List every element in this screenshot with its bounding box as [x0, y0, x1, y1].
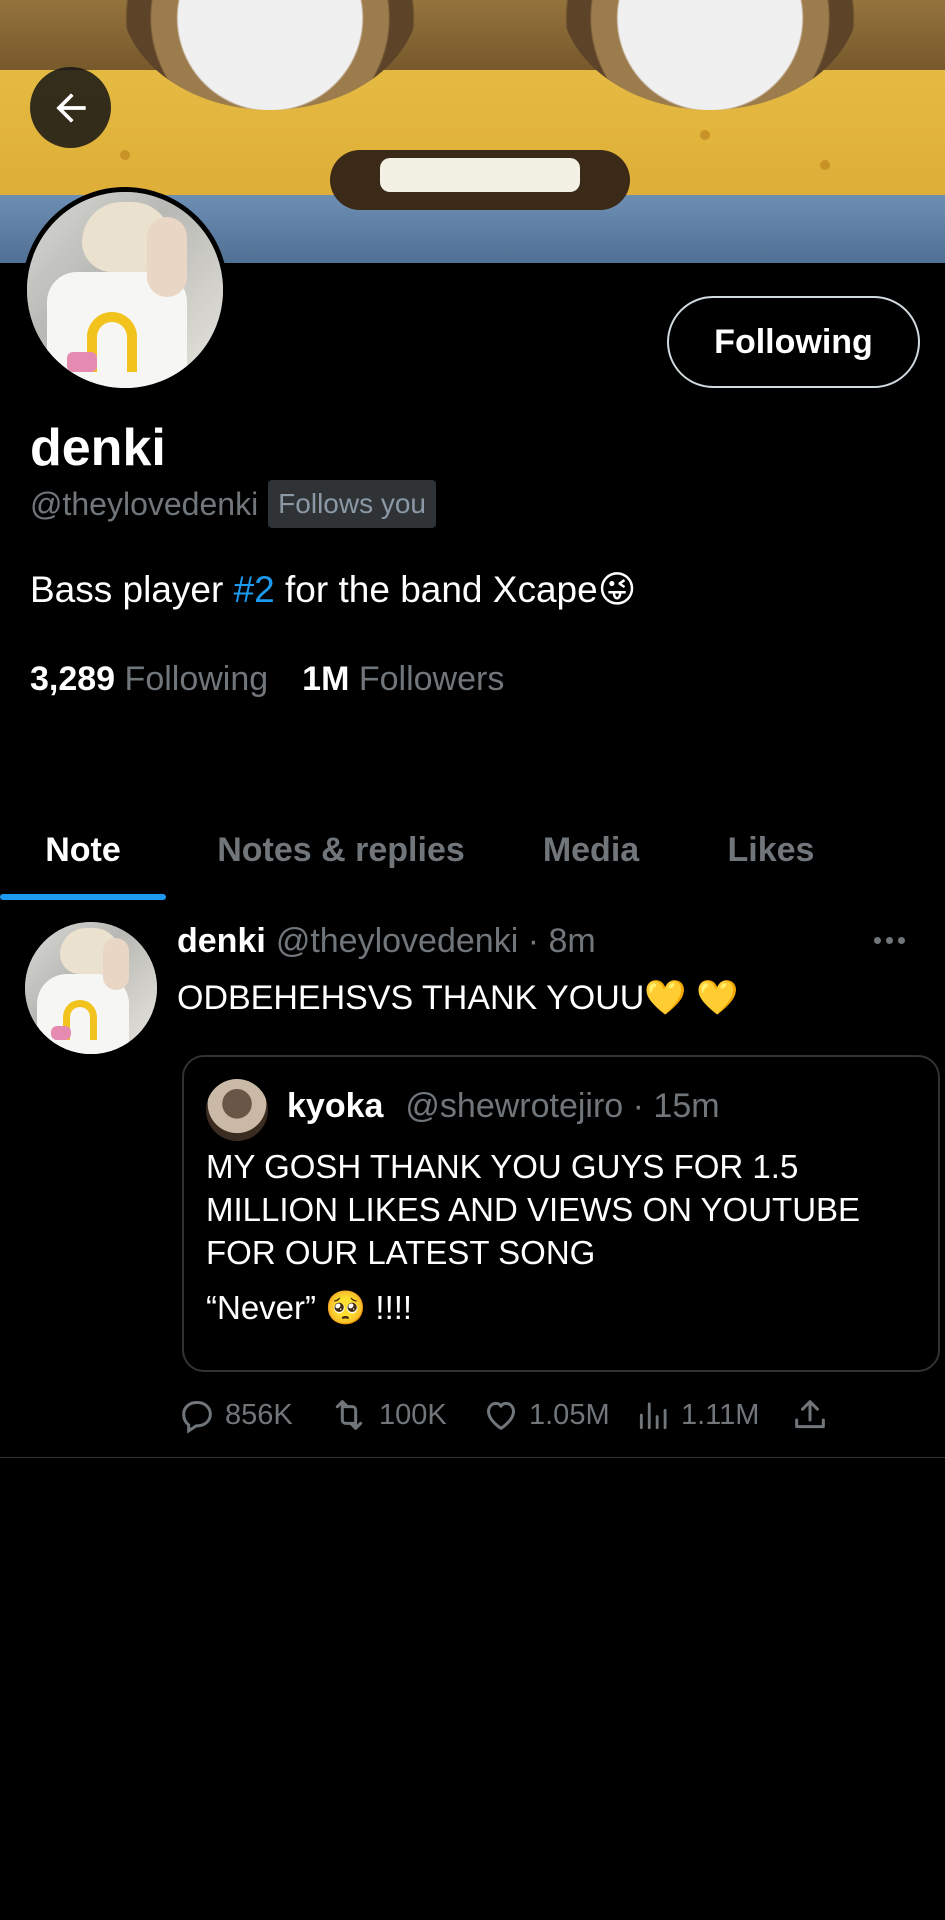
follows-you-badge: Follows you: [268, 480, 437, 528]
avatar-image: [27, 192, 223, 388]
tab-likes[interactable]: Likes: [666, 800, 876, 900]
back-arrow-icon: [55, 92, 86, 123]
banner-art: [120, 0, 420, 110]
following-stat[interactable]: 3,289 Following: [30, 660, 268, 699]
post-meta: @theylovedenki · 8m: [275, 922, 596, 960]
share-button[interactable]: [790, 1395, 830, 1435]
followers-stat[interactable]: 1M Followers: [302, 660, 504, 699]
quote-text: MY GOSH THANK YOU GUYS FOR 1.5 MILLION L…: [206, 1145, 906, 1329]
quote-meta: @shewrotejiro · 15m: [405, 1087, 720, 1125]
like-button[interactable]: 1.05M: [481, 1395, 635, 1435]
bio-hashtag[interactable]: #2: [234, 569, 275, 610]
following-label: Following: [124, 660, 269, 698]
tab-label: Note: [45, 830, 121, 869]
banner-art: [380, 158, 580, 192]
profile-stats: 3,289 Following 1M Followers: [30, 660, 504, 699]
banner-art: [700, 130, 710, 140]
post-author-name[interactable]: denki: [177, 922, 266, 961]
banner-art: [120, 150, 130, 160]
bio-text: Bass player: [30, 569, 234, 610]
repost-count: 100K: [379, 1398, 447, 1431]
repost-button[interactable]: 100K: [327, 1395, 481, 1435]
like-count: 1.05M: [529, 1398, 610, 1431]
quote-text-last: “Never” 🥺 !!!!: [206, 1289, 413, 1326]
profile-avatar[interactable]: [22, 187, 228, 393]
profile-handle: @theylovedenki: [30, 485, 259, 522]
tab-media[interactable]: Media: [516, 800, 666, 900]
share-icon: [795, 1400, 825, 1429]
post-text: ODBEHEHSVS THANK YOUU💛 💛: [177, 979, 739, 1017]
quote-avatar: [206, 1079, 268, 1141]
quote-header: kyoka @shewrotejiro · 15m: [287, 1087, 720, 1126]
profile-bio: Bass player #2 for the band Xcape😜: [30, 568, 636, 611]
quote-text-body: MY GOSH THANK YOU GUYS FOR 1.5 MILLION L…: [206, 1148, 861, 1271]
profile-name: denki: [30, 419, 166, 477]
followers-count: 1M: [302, 660, 350, 698]
profile-tabs: Note Notes & replies Media Likes: [0, 800, 945, 900]
views-count: 1.11M: [681, 1398, 760, 1431]
quoted-post[interactable]: kyoka @shewrotejiro · 15m MY GOSH THANK …: [182, 1055, 940, 1372]
post-avatar[interactable]: [25, 922, 157, 1054]
repost-icon: [335, 1400, 363, 1430]
post-header: denki @theylovedenki · 8m: [177, 922, 596, 961]
tab-label: Notes & replies: [217, 830, 465, 869]
bio-text: for the band Xcape😜: [274, 569, 637, 610]
reply-button[interactable]: 856K: [177, 1395, 327, 1435]
reply-icon: [182, 1401, 212, 1434]
tab-label: Likes: [727, 830, 815, 869]
avatar-image: [25, 922, 157, 1054]
views-button[interactable]: 1.11M: [635, 1395, 790, 1435]
tab-note[interactable]: Note: [0, 800, 166, 900]
reply-count: 856K: [225, 1398, 293, 1431]
tab-label: Media: [542, 830, 640, 869]
handle-row: @theylovedenki Follows you: [30, 480, 437, 528]
following-count: 3,289: [30, 660, 116, 698]
banner-art: [560, 0, 860, 110]
views-icon: [639, 1402, 667, 1430]
banner-art: [820, 160, 830, 170]
quote-author-name: kyoka: [287, 1087, 384, 1125]
following-button[interactable]: Following: [667, 296, 920, 388]
followers-label: Followers: [358, 660, 505, 698]
post[interactable]: denki @theylovedenki · 8m ODBEHEHSVS THA…: [0, 900, 945, 1458]
like-icon: [487, 1401, 515, 1430]
back-button[interactable]: [30, 67, 111, 148]
post-actions: 856K 100K 1.05M 1.11M: [177, 1395, 830, 1435]
more-icon[interactable]: [874, 930, 908, 950]
tab-notes-replies[interactable]: Notes & replies: [166, 800, 516, 900]
